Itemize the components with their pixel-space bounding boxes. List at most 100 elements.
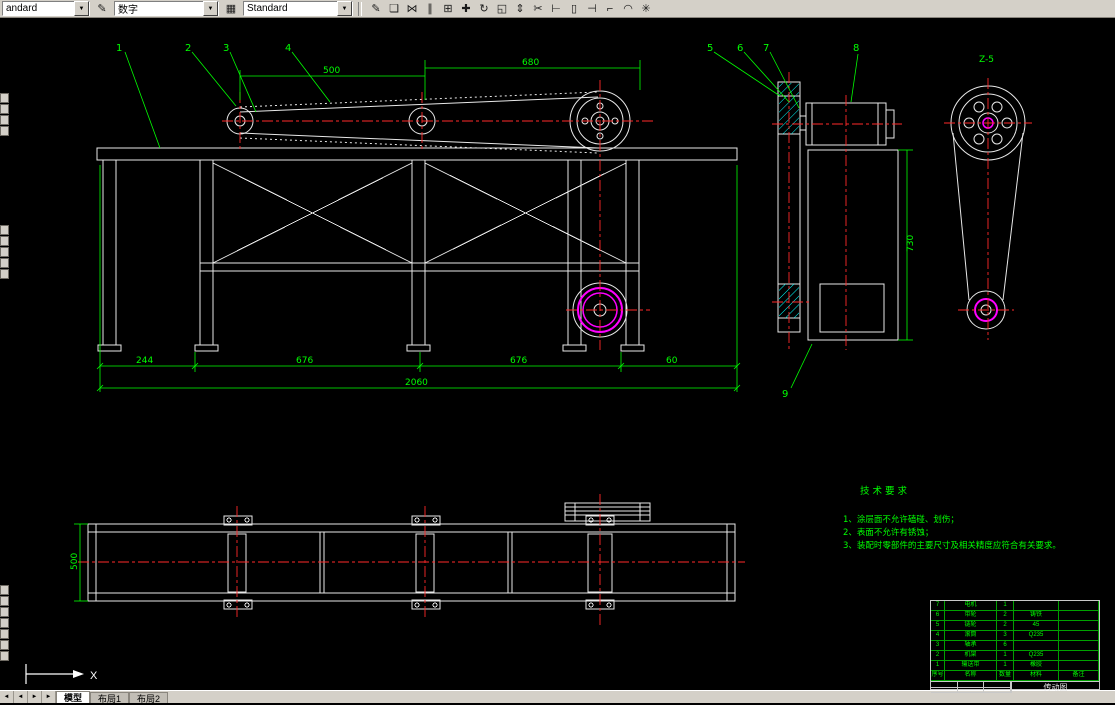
docked-toolbar-icon[interactable] <box>0 618 9 628</box>
parts-cell: 45 <box>1014 621 1059 631</box>
docked-toolbar-icon[interactable] <box>0 236 9 246</box>
tab-nav: ◄ ◄ ► ► <box>0 691 56 703</box>
parts-list: 7 电机 1 6 带轮 2 铸铁 5 链轮 2 45 4 滚筒 3 Q235 3 轴承 6 2 机架 1 Q235 1 输送带… <box>931 601 1099 681</box>
plan-view <box>87 502 736 610</box>
tab-nav-button[interactable]: ◄ <box>0 691 14 703</box>
dim-bottom-4: 60 <box>666 356 678 366</box>
break-at-point-button[interactable]: ▯ <box>565 1 583 17</box>
balloon-5: 5 <box>707 43 713 54</box>
docked-toolbar-icon[interactable] <box>0 585 9 595</box>
copy-button[interactable]: ❏ <box>385 1 403 17</box>
array-button[interactable]: ⊞ <box>439 1 457 17</box>
docked-toolbar-icon[interactable] <box>0 629 9 639</box>
parts-cell: 材料 <box>1014 671 1059 681</box>
parts-cell: 3 <box>931 641 945 651</box>
chamfer-button[interactable]: ⌐ <box>601 1 619 17</box>
cad-drawing[interactable]: 1 2 3 4 5 6 7 8 9 500 680 244 676 676 60… <box>0 18 1115 690</box>
chevron-down-icon[interactable]: ▼ <box>337 1 352 16</box>
tab-nav-button[interactable]: ► <box>28 691 42 703</box>
explode-button[interactable]: ✳ <box>637 1 655 17</box>
parts-cell: 6 <box>997 641 1014 651</box>
parts-cell: 3 <box>997 631 1014 641</box>
stretch-button[interactable]: ⇕ <box>511 1 529 17</box>
docked-toolbar-icon[interactable] <box>0 247 9 257</box>
parts-cell <box>1059 641 1099 651</box>
pencil-icon[interactable]: ✎ <box>93 1 111 17</box>
table-icon[interactable]: ▦ <box>222 1 240 17</box>
docked-toolbar-icon[interactable] <box>0 93 9 103</box>
title-block: 7 电机 1 6 带轮 2 铸铁 5 链轮 2 45 4 滚筒 3 Q235 3 轴承 6 2 机架 1 Q235 1 输送带… <box>930 600 1100 693</box>
parts-cell: 1 <box>997 601 1014 611</box>
dim-overall: 2060 <box>405 378 428 388</box>
trim-button[interactable]: ✂ <box>529 1 547 17</box>
text-style-dropdown-value: Standard <box>247 3 288 14</box>
parts-cell <box>1059 611 1099 621</box>
dim-top-left: 500 <box>323 66 340 76</box>
parts-cell: 轴承 <box>945 641 997 651</box>
sheet-tab-layout2[interactable]: 布局2 <box>129 692 169 704</box>
tech-req-title: 技 术 要 求 <box>860 485 908 497</box>
parts-cell <box>1059 631 1099 641</box>
tech-req-item-2: 2、表面不允许有锈蚀； <box>843 527 933 538</box>
parts-cell: 2 <box>997 621 1014 631</box>
tech-req-item-1: 1、涂层面不允许磕碰、划伤； <box>843 514 959 525</box>
docked-toolbar-icon[interactable] <box>0 651 9 661</box>
docked-toolbar-icon[interactable] <box>0 126 9 136</box>
chevron-down-icon[interactable]: ▼ <box>203 1 218 16</box>
parts-cell: 7 <box>931 601 945 611</box>
parts-cell: 输送带 <box>945 661 997 671</box>
balloon-3: 3 <box>223 43 229 54</box>
parts-cell <box>1059 661 1099 671</box>
modify-toolbar: ✎ ❏ ⋈ ∥ ⊞ ✚ ↻ ◱ ⇕ ✂ ⊢ ▯ ⊣ ⌐ ◠ ✳ <box>367 1 655 17</box>
parts-cell: 电机 <box>945 601 997 611</box>
parts-cell <box>1059 621 1099 631</box>
parts-cell: 2 <box>997 611 1014 621</box>
parts-cell: 4 <box>931 631 945 641</box>
break-button[interactable]: ⊣ <box>583 1 601 17</box>
parts-cell <box>1014 601 1059 611</box>
tech-req-item-3: 3、装配时零部件的主要尺寸及相关精度应符合有关要求。 <box>843 540 1061 551</box>
fillet-button[interactable]: ◠ <box>619 1 637 17</box>
docked-toolbar-icon[interactable] <box>0 269 9 279</box>
balloon-1: 1 <box>116 43 122 54</box>
tab-nav-button[interactable]: ► <box>42 691 56 703</box>
drawing-canvas[interactable]: 1 2 3 4 5 6 7 8 9 500 680 244 676 676 60… <box>0 18 1115 693</box>
annotation-texts: 1 2 3 4 5 6 7 8 9 500 680 244 676 676 60… <box>70 43 994 570</box>
dim-top-right: 680 <box>522 58 539 68</box>
docked-toolbar-icon[interactable] <box>0 258 9 268</box>
top-toolbar: andard ▼ ✎ 数字 ▼ ▦ Standard ▼ ✎ ❏ ⋈ ∥ ⊞ ✚ ↻ ◱ ⇕ ✂ ⊢… <box>0 0 1115 18</box>
docked-toolbar-icon[interactable] <box>0 640 9 650</box>
offset-button[interactable]: ∥ <box>421 1 439 17</box>
scale-button[interactable]: ◱ <box>493 1 511 17</box>
dim-style-dropdown[interactable]: 数字 ▼ <box>114 1 219 16</box>
parts-cell: 链轮 <box>945 621 997 631</box>
rotate-button[interactable]: ↻ <box>475 1 493 17</box>
parts-cell <box>1014 641 1059 651</box>
parts-cell: 6 <box>931 611 945 621</box>
parts-cell: 橡胶 <box>1014 661 1059 671</box>
ucs-icon: X <box>25 664 98 684</box>
tab-nav-button[interactable]: ◄ <box>14 691 28 703</box>
parts-cell: 数量 <box>997 671 1014 681</box>
chevron-down-icon[interactable]: ▼ <box>74 1 89 16</box>
erase-button[interactable]: ✎ <box>367 1 385 17</box>
docked-toolbar-icon[interactable] <box>0 115 9 125</box>
balloon-7: 7 <box>763 43 769 54</box>
dim-bottom-1: 244 <box>136 356 153 366</box>
extend-button[interactable]: ⊢ <box>547 1 565 17</box>
sheet-tab-layout1[interactable]: 布局1 <box>90 692 130 704</box>
mirror-button[interactable]: ⋈ <box>403 1 421 17</box>
move-button[interactable]: ✚ <box>457 1 475 17</box>
style-dropdown[interactable]: andard ▼ <box>2 1 90 16</box>
text-style-dropdown[interactable]: Standard ▼ <box>243 1 353 16</box>
docked-toolbar-icon[interactable] <box>0 607 9 617</box>
docked-toolbar-icon[interactable] <box>0 596 9 606</box>
parts-cell <box>1059 601 1099 611</box>
docked-toolbar-icon[interactable] <box>0 104 9 114</box>
axis-x-label: X <box>90 670 98 682</box>
sheet-tab-model[interactable]: 模型 <box>56 691 91 703</box>
docked-toolbar-icon[interactable] <box>0 225 9 235</box>
balloon-6: 6 <box>737 43 743 54</box>
title-block-grid <box>931 682 1011 693</box>
detail-label: Z-5 <box>979 55 994 65</box>
